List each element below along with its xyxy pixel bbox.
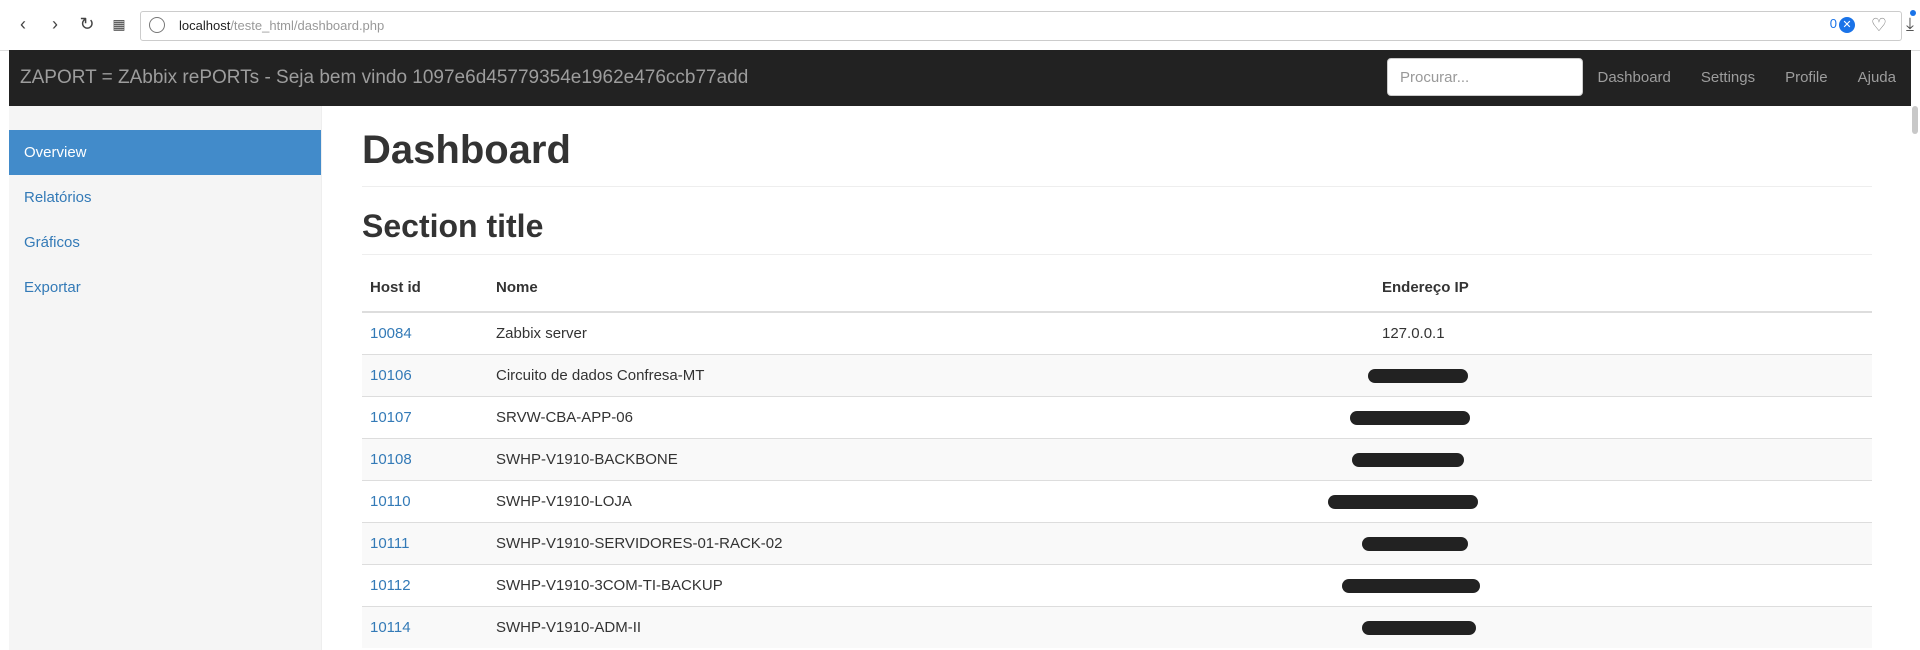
table-row: 10110 SWHP-V1910-LOJA xyxy=(362,480,1872,523)
host-ip-redacted xyxy=(1362,522,1872,565)
table-row: 10114 SWHP-V1910-ADM-II xyxy=(362,606,1872,649)
host-name: SRVW-CBA-APP-06 xyxy=(488,396,1374,439)
browser-toolbar: ‹ › ↻ ▦ localhost/teste_html/dashboard.p… xyxy=(0,0,1920,51)
sidebar-item-exportar[interactable]: Exportar xyxy=(9,265,321,310)
forward-icon[interactable]: › xyxy=(44,13,66,35)
nav-links: Dashboard Settings Profile Ajuda xyxy=(1583,50,1912,106)
table-row: 10107 SRVW-CBA-APP-06 xyxy=(362,396,1872,439)
page-title: Dashboard xyxy=(362,128,1872,187)
table-row: 10111 SWHP-V1910-SERVIDORES-01-RACK-02 xyxy=(362,522,1872,565)
host-ip-redacted xyxy=(1362,606,1872,649)
host-ip-redacted xyxy=(1342,564,1872,607)
table-row: 10084 Zabbix server 127.0.0.1 xyxy=(362,311,1872,355)
brand-title[interactable]: ZAPORT = ZAbbix rePORTs - Seja bem vindo… xyxy=(20,67,748,89)
host-name: Zabbix server xyxy=(488,311,1374,355)
host-name: SWHP-V1910-3COM-TI-BACKUP xyxy=(488,564,1374,607)
column-header-host-id: Host id xyxy=(362,263,488,314)
host-ip-redacted xyxy=(1352,438,1872,481)
apps-grid-icon[interactable]: ▦ xyxy=(108,13,130,35)
heart-icon[interactable]: ♡ xyxy=(1871,15,1887,36)
table-header-row: Host id Nome Endereço IP xyxy=(362,263,1872,314)
host-id-link[interactable]: 10112 xyxy=(370,577,411,594)
column-header-nome: Nome xyxy=(488,263,1374,314)
host-name: SWHP-V1910-SERVIDORES-01-RACK-02 xyxy=(488,522,1374,565)
search-input[interactable] xyxy=(1387,58,1583,96)
globe-icon xyxy=(149,17,165,33)
nav-link-profile[interactable]: Profile xyxy=(1770,50,1843,106)
address-bar[interactable]: localhost/teste_html/dashboard.php 0 ✕ ♡ xyxy=(140,11,1902,41)
sidebar-item-relatorios[interactable]: Relatórios xyxy=(9,175,321,220)
nav-link-dashboard[interactable]: Dashboard xyxy=(1583,50,1686,106)
sidebar: Overview Relatórios Gráficos Exportar xyxy=(9,106,322,650)
host-name: Circuito de dados Confresa-MT xyxy=(488,354,1374,397)
download-icon[interactable]: ⤓ xyxy=(1906,10,1916,35)
url-text[interactable]: localhost/teste_html/dashboard.php xyxy=(179,18,384,33)
host-ip-redacted xyxy=(1368,354,1872,397)
host-id-link[interactable]: 10084 xyxy=(370,325,412,342)
main-content: Dashboard Section title Host id Nome End… xyxy=(362,106,1872,649)
section-title: Section title xyxy=(362,208,1872,256)
sidebar-item-graficos[interactable]: Gráficos xyxy=(9,220,321,265)
host-name: SWHP-V1910-LOJA xyxy=(488,480,1374,523)
nav-link-settings[interactable]: Settings xyxy=(1686,50,1770,106)
host-ip-redacted xyxy=(1328,480,1872,523)
host-name: SWHP-V1910-BACKBONE xyxy=(488,438,1374,481)
nav-link-ajuda[interactable]: Ajuda xyxy=(1843,50,1911,106)
host-id-link[interactable]: 10107 xyxy=(370,409,412,426)
table-row: 10108 SWHP-V1910-BACKBONE xyxy=(362,438,1872,481)
table-row: 10112 SWHP-V1910-3COM-TI-BACKUP xyxy=(362,564,1872,607)
host-name: SWHP-V1910-ADM-II xyxy=(488,606,1374,649)
reload-icon[interactable]: ↻ xyxy=(76,13,98,35)
close-icon[interactable]: ✕ xyxy=(1839,17,1855,33)
column-header-ip: Endereço IP xyxy=(1374,263,1872,314)
back-icon[interactable]: ‹ xyxy=(12,13,34,35)
host-id-link[interactable]: 10114 xyxy=(370,619,411,636)
scrollbar-thumb[interactable] xyxy=(1912,106,1918,134)
host-id-link[interactable]: 10106 xyxy=(370,367,412,384)
table-row: 10106 Circuito de dados Confresa-MT xyxy=(362,354,1872,397)
sidebar-item-overview[interactable]: Overview xyxy=(9,130,321,175)
host-ip: 127.0.0.1 xyxy=(1374,311,1872,355)
host-id-link[interactable]: 10111 xyxy=(370,535,410,552)
host-id-link[interactable]: 10110 xyxy=(370,493,411,510)
host-ip-redacted xyxy=(1350,396,1872,439)
extension-badge[interactable]: 0 ✕ xyxy=(1830,16,1855,33)
host-id-link[interactable]: 10108 xyxy=(370,451,412,468)
hosts-table: Host id Nome Endereço IP 10084 Zabbix se… xyxy=(362,263,1872,649)
top-navbar: ZAPORT = ZAbbix rePORTs - Seja bem vindo… xyxy=(9,50,1911,106)
